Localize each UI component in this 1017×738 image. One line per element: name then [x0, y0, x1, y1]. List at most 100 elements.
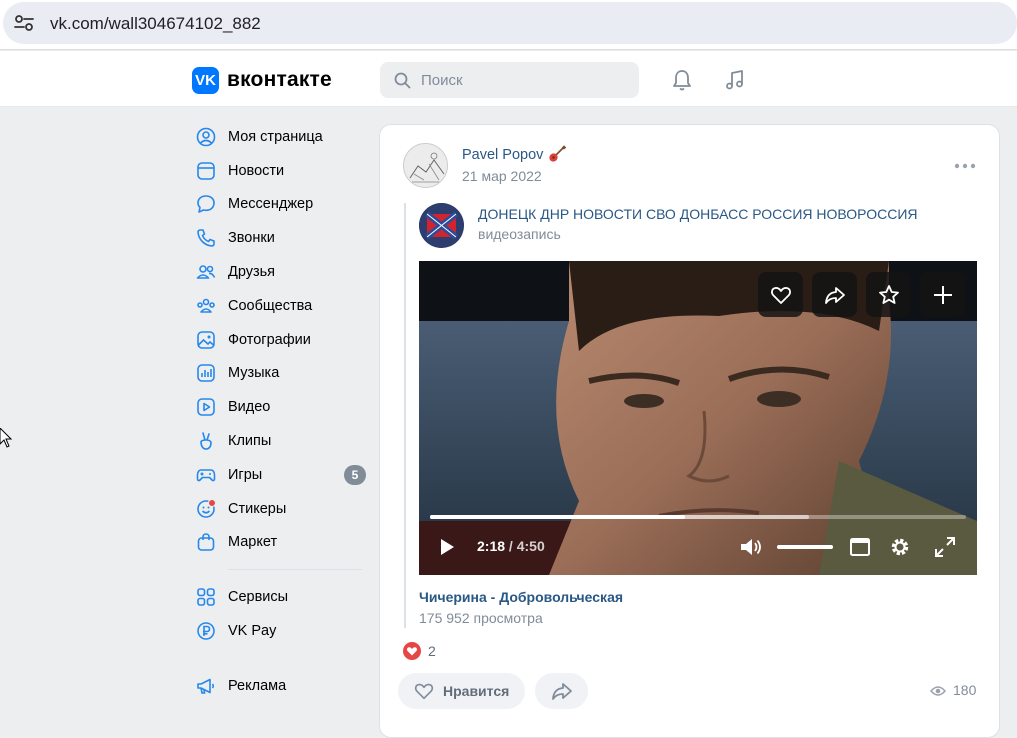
- volume-icon[interactable]: [738, 534, 764, 560]
- sidebar-item-label: VK Pay: [228, 623, 277, 640]
- share-button[interactable]: [535, 673, 588, 709]
- sidebar-item-video[interactable]: Видео: [192, 390, 368, 424]
- video-title-link[interactable]: Чичерина - Добровольческая: [419, 589, 623, 605]
- post-card: Pavel Popov 21 мар 2022 ДОНЕЦК ДНР НОВОС…: [379, 124, 1000, 738]
- like-label: Нравится: [443, 683, 510, 699]
- search-placeholder: Поиск: [421, 72, 463, 89]
- reaction-count[interactable]: 2: [428, 643, 436, 659]
- sidebar-item-my-page[interactable]: Моя страница: [192, 120, 368, 154]
- video-player[interactable]: 2:18 / 4:50: [419, 261, 977, 575]
- url-text[interactable]: vk.com/wall304674102_882: [50, 14, 261, 34]
- sidebar-item-label: Новости: [228, 162, 285, 179]
- sidebar-divider: [228, 658, 362, 659]
- clips-icon: [200, 432, 212, 450]
- sidebar-item-ads[interactable]: Реклама: [192, 669, 368, 703]
- volume-fill: [777, 545, 833, 549]
- sidebar-item-label: Фотографии: [228, 331, 311, 348]
- video-current-time: 2:18: [477, 538, 506, 554]
- sidebar-item-games[interactable]: Игры 5: [192, 458, 368, 492]
- video-like-button[interactable]: [758, 272, 803, 317]
- video-time: 2:18 / 4:50: [477, 538, 545, 554]
- communities-icon: [197, 298, 215, 313]
- music-note-icon[interactable]: [723, 68, 747, 92]
- left-sidebar: Моя страница Новости Мессенджер Звонки Д…: [192, 120, 368, 703]
- sidebar-item-news[interactable]: Новости: [192, 154, 368, 188]
- repost-indicator-line: [404, 203, 406, 628]
- share-arrow-icon: [551, 683, 572, 700]
- volume-slider[interactable]: [777, 545, 833, 549]
- phone-icon: [197, 229, 215, 248]
- services-icon: [197, 588, 215, 607]
- games-icon: [196, 469, 216, 482]
- novorossiya-flag-icon: [419, 203, 464, 248]
- group-name[interactable]: ДОНЕЦК ДНР НОВОСТИ СВО ДОНБАСС РОССИЯ НО…: [478, 206, 918, 222]
- fullscreen-icon[interactable]: [932, 534, 958, 560]
- play-icon[interactable]: [433, 534, 459, 560]
- search-icon: [394, 72, 411, 89]
- vk-logo-icon[interactable]: VK: [192, 67, 219, 94]
- video-icon: [197, 398, 215, 417]
- avatar-sketch-image: [404, 144, 447, 187]
- miniplayer-icon[interactable]: [847, 534, 873, 560]
- sidebar-item-label: Стикеры: [228, 500, 287, 517]
- sidebar-item-photos[interactable]: Фотографии: [192, 323, 368, 357]
- sidebar-item-clips[interactable]: Клипы: [192, 424, 368, 458]
- guitar-emoji-icon: [549, 145, 566, 162]
- video-views: 175 952 просмотра: [419, 610, 543, 626]
- like-button[interactable]: Нравится: [398, 673, 525, 709]
- reaction-heart-icon[interactable]: [403, 642, 421, 660]
- site-settings-icon[interactable]: [13, 13, 35, 33]
- sidebar-item-friends[interactable]: Друзья: [192, 255, 368, 289]
- stickers-notification-dot: [208, 498, 216, 507]
- sidebar-item-label: Сервисы: [228, 589, 289, 606]
- video-time-separator: /: [508, 538, 513, 554]
- sidebar-item-communities[interactable]: Сообщества: [192, 289, 368, 323]
- sidebar-item-services[interactable]: Сервисы: [192, 580, 368, 614]
- sidebar-item-label: Музыка: [228, 365, 280, 382]
- site-header: VK вконтакте Поиск: [0, 51, 1017, 107]
- author-avatar[interactable]: [403, 143, 448, 188]
- post-date[interactable]: 21 мар 2022: [462, 168, 542, 184]
- sidebar-item-music[interactable]: Музыка: [192, 357, 368, 391]
- address-bar[interactable]: vk.com/wall304674102_882: [3, 2, 1017, 44]
- sidebar-item-label: Друзья: [228, 264, 276, 281]
- friends-icon: [196, 265, 216, 279]
- market-icon: [197, 533, 215, 552]
- video-progress-bar[interactable]: [430, 515, 966, 519]
- photo-icon: [197, 330, 215, 349]
- search-input[interactable]: Поиск: [380, 62, 639, 98]
- sidebar-divider: [228, 569, 362, 571]
- sidebar-item-label: Мессенджер: [228, 196, 314, 213]
- mouse-cursor-icon: [0, 428, 12, 448]
- video-favorite-button[interactable]: [866, 272, 911, 317]
- news-icon: [197, 161, 215, 180]
- sidebar-item-market[interactable]: Маркет: [192, 526, 368, 560]
- bell-icon[interactable]: [670, 68, 694, 92]
- repost-type-label: видеозапись: [478, 226, 561, 242]
- video-total-time: 4:50: [516, 538, 545, 554]
- vkpay-icon: [197, 622, 215, 640]
- sidebar-item-vkpay[interactable]: VK Pay: [192, 614, 368, 648]
- sidebar-item-label: Маркет: [228, 534, 278, 551]
- message-icon: [197, 195, 215, 214]
- video-share-button[interactable]: [812, 272, 857, 317]
- megaphone-icon: [197, 678, 215, 694]
- author-name[interactable]: Pavel Popov: [462, 147, 543, 163]
- sidebar-item-calls[interactable]: Звонки: [192, 221, 368, 255]
- sidebar-item-label: Сообщества: [228, 297, 313, 314]
- heart-outline-icon: [414, 683, 434, 700]
- more-options-icon[interactable]: [954, 163, 976, 169]
- games-count-badge: 5: [344, 464, 366, 485]
- sidebar-item-stickers[interactable]: Стикеры: [192, 492, 368, 526]
- sidebar-item-messenger[interactable]: Мессенджер: [192, 188, 368, 222]
- video-add-button[interactable]: [920, 272, 965, 317]
- vk-wordmark[interactable]: вконтакте: [227, 68, 332, 92]
- star-outline-icon: [878, 284, 899, 304]
- browser-toolbar: vk.com/wall304674102_882: [0, 0, 1017, 50]
- group-avatar[interactable]: [419, 203, 464, 248]
- sidebar-item-label: Звонки: [228, 230, 275, 247]
- sidebar-item-label: Реклама: [228, 677, 287, 694]
- settings-gear-icon[interactable]: [887, 534, 913, 560]
- video-progress-fill: [430, 515, 686, 519]
- eye-icon: [930, 686, 946, 696]
